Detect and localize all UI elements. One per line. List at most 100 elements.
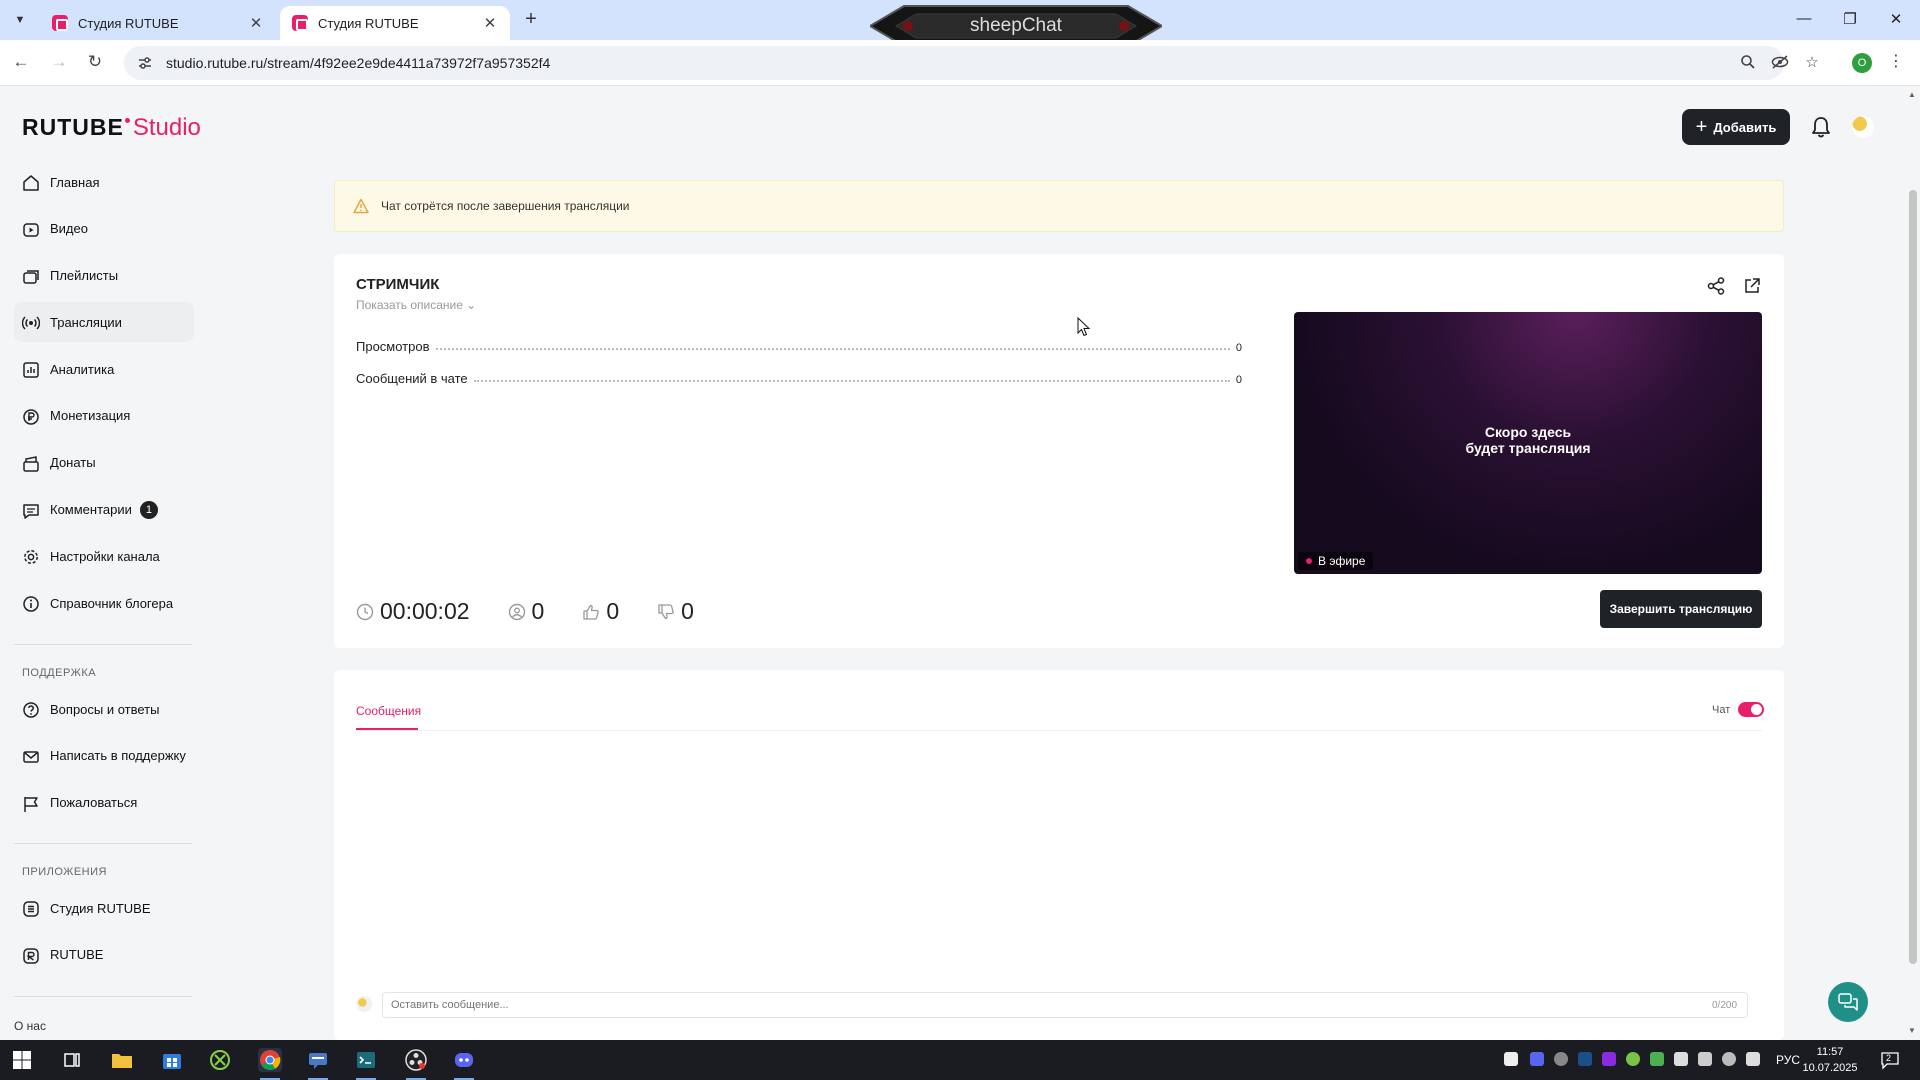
chat-warning-alert: Чат сотрётся после завершения трансляции [334, 180, 1784, 232]
sidebar-item-label: Трансляции [50, 314, 122, 330]
sidebar-item-blogger-guide[interactable]: Справочник блогера [14, 583, 194, 623]
tab-search-chevron-icon[interactable]: ▼ [10, 10, 30, 30]
scrollbar-thumb[interactable] [1909, 190, 1917, 964]
sidebar-item-comments[interactable]: Комментарии 1 [14, 490, 194, 530]
tray-network-icon[interactable] [1698, 1052, 1712, 1066]
window-close-icon[interactable]: ✕ [1886, 10, 1906, 28]
dislikes: 0 [657, 598, 694, 625]
external-link-icon[interactable] [1742, 276, 1762, 296]
tray-steam-icon[interactable] [1578, 1052, 1592, 1066]
chat-app-icon[interactable] [306, 1048, 330, 1072]
terminal-app-icon[interactable] [354, 1048, 378, 1072]
add-button[interactable]: + Добавить [1682, 109, 1790, 145]
bell-icon[interactable] [1808, 114, 1834, 140]
file-explorer-icon[interactable] [110, 1048, 134, 1072]
chat-message-input[interactable] [382, 992, 1748, 1018]
duration-value: 00:00:02 [380, 598, 470, 624]
tray-usb-icon[interactable] [1674, 1052, 1688, 1066]
sidebar-item-studio-app[interactable]: Студия RUTUBE [14, 888, 194, 928]
stream-title: СТРИМЧИК [356, 276, 440, 293]
site-settings-icon[interactable] [138, 56, 152, 70]
reload-icon[interactable]: ↻ [84, 52, 106, 72]
stream-preview[interactable]: Скоро здесь будет трансляция В эфире [1294, 312, 1762, 574]
language-indicator[interactable]: РУС [1776, 1053, 1800, 1067]
tray-security-icon[interactable] [1650, 1052, 1664, 1066]
show-description-toggle[interactable]: Показать описание ⌄ [356, 298, 476, 312]
sidebar-item-donations[interactable]: Донаты [14, 443, 194, 483]
sidebar-item-video[interactable]: Видео [14, 209, 194, 249]
tray-shield-icon[interactable] [1504, 1052, 1518, 1066]
live-label: В эфире [1318, 554, 1366, 568]
sidebar-item-contact-support[interactable]: Написать в поддержку [14, 736, 194, 776]
microphone-icon[interactable] [1722, 1052, 1736, 1066]
tray-nvidia-icon[interactable] [1626, 1052, 1640, 1066]
apps-heading: ПРИЛОЖЕНИЯ [22, 866, 107, 878]
browser-tab-2[interactable]: Студия RUTUBE ✕ [280, 6, 510, 40]
chat-toggle[interactable] [1738, 702, 1764, 717]
preview-placeholder-text: Скоро здесь будет трансляция [1465, 424, 1591, 456]
support-chat-fab[interactable] [1828, 982, 1868, 1022]
sidebar-item-home[interactable]: Главная [14, 162, 194, 202]
sidebar-item-label: Написать в поддержку [50, 748, 186, 764]
sidebar: Главная Видео Плейлисты Трансляции Анали… [14, 162, 194, 630]
discord-icon[interactable] [452, 1048, 476, 1072]
taskbar-clock[interactable]: 11:57 10.07.2025 [1800, 1044, 1860, 1076]
new-tab-button[interactable]: + [520, 8, 542, 31]
sidebar-item-rutube-app[interactable]: RUTUBE [14, 935, 194, 975]
scroll-down-icon[interactable]: ▼ [1908, 1026, 1916, 1035]
info-icon [23, 596, 39, 612]
tray-obs-icon[interactable] [1554, 1052, 1568, 1066]
notification-center[interactable]: 2 [1880, 1050, 1900, 1070]
obs-icon[interactable] [404, 1048, 428, 1072]
restore-icon[interactable]: ❐ [1840, 10, 1860, 28]
back-icon[interactable]: ← [10, 52, 32, 72]
logo-main-text: RUTUBE [22, 114, 124, 140]
sidebar-item-channel-settings[interactable]: Настройки канала [14, 536, 194, 576]
tray-discord-icon[interactable] [1530, 1052, 1544, 1066]
browser-tab-1[interactable]: Студия RUTUBE ✕ [40, 6, 276, 40]
profile-avatar[interactable]: O [1852, 53, 1872, 73]
chrome-icon[interactable] [258, 1048, 282, 1072]
stream-card: СТРИМЧИК Показать описание ⌄ Просмотров … [334, 254, 1784, 648]
chat-card: Сообщения Чат 0/200 [334, 670, 1784, 1040]
sidebar-item-broadcasts[interactable]: Трансляции [14, 302, 194, 343]
warning-icon [353, 198, 369, 214]
sidebar-item-analytics[interactable]: Аналитика [14, 349, 194, 389]
end-stream-button[interactable]: Завершить трансляцию [1600, 590, 1762, 628]
browser-menu-icon[interactable]: ⋮ [1888, 51, 1904, 71]
logo-sub-text: Studio [132, 114, 201, 141]
close-tab-icon[interactable]: ✕ [482, 14, 498, 32]
url-field[interactable]: studio.rutube.ru/stream/4f92ee2e9de4411a… [124, 46, 1784, 80]
viewers-value: 0 [531, 598, 545, 624]
sidebar-item-playlists[interactable]: Плейлисты [14, 256, 194, 296]
scroll-up-icon[interactable]: ▲ [1908, 90, 1916, 99]
rutube-studio-logo[interactable]: RUTUBE Studio [22, 114, 201, 144]
gear-icon [24, 550, 38, 565]
bookmark-star-icon[interactable]: ☆ [1802, 52, 1822, 72]
user-avatar[interactable] [1852, 116, 1874, 138]
zoom-icon[interactable] [1738, 52, 1758, 72]
sidebar-item-report[interactable]: Пожаловаться [14, 783, 194, 823]
duration: 00:00:02 [356, 598, 470, 625]
chat-user-avatar [356, 996, 372, 1012]
stat-value: 0 [1235, 374, 1242, 386]
close-tab-icon[interactable]: ✕ [248, 14, 264, 32]
sidebar-item-label: RUTUBE [50, 947, 104, 963]
windows-start-icon[interactable] [10, 1048, 34, 1072]
xbox-app-icon[interactable] [208, 1048, 232, 1072]
store-icon[interactable] [160, 1048, 184, 1072]
video-icon [23, 223, 39, 237]
sidebar-item-monetization[interactable]: Монетизация [14, 396, 194, 436]
stat-leader-dots [473, 380, 1230, 382]
sidebar-item-faq[interactable]: Вопросы и ответы [14, 689, 194, 729]
tray-app-icon[interactable] [1602, 1052, 1616, 1066]
tab-messages[interactable]: Сообщения [356, 704, 421, 718]
about-link[interactable]: О нас [14, 1019, 46, 1033]
speaker-icon[interactable] [1746, 1052, 1760, 1066]
forward-icon[interactable]: → [48, 52, 70, 72]
minimize-icon[interactable]: — [1794, 10, 1814, 27]
rutube-app-icon [23, 948, 39, 964]
task-view-icon[interactable] [60, 1048, 84, 1072]
share-icon[interactable] [1706, 276, 1726, 296]
tracking-eye-icon[interactable] [1770, 52, 1790, 72]
